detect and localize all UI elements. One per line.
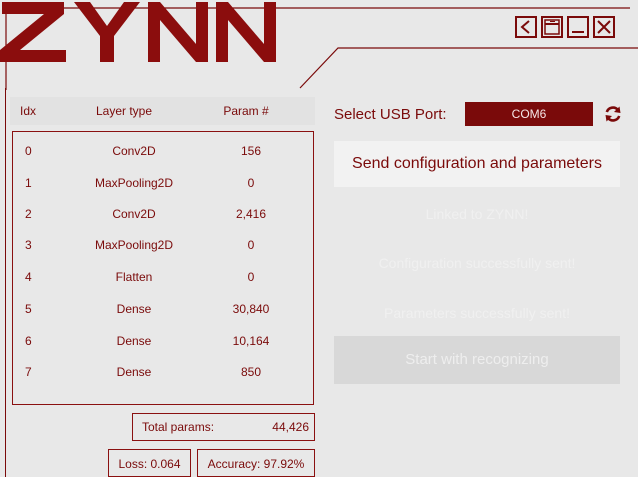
row-param: 10,164	[232, 334, 270, 348]
send-configuration-button[interactable]: Send configuration and parameters	[334, 141, 620, 187]
minimize-icon[interactable]	[567, 16, 589, 38]
row-param: 850	[240, 365, 262, 379]
back-icon[interactable]	[515, 16, 537, 38]
table-row: 5 Dense 30,840	[13, 300, 313, 320]
header-idx: Idx	[20, 104, 37, 118]
row-param: 2,416	[235, 207, 267, 221]
row-idx: 7	[25, 365, 32, 379]
header-param: Param #	[223, 104, 269, 118]
usb-port-select[interactable]: COM6	[465, 102, 593, 126]
total-params-value: 44,426	[272, 420, 309, 434]
row-param: 0	[247, 238, 255, 252]
refresh-icon[interactable]	[603, 104, 623, 124]
row-param: 156	[240, 144, 262, 158]
row-layer-type: Dense	[116, 302, 152, 316]
row-layer-type: Dense	[116, 334, 152, 348]
loss-box: Loss: 0.064	[108, 449, 191, 477]
total-params-box: Total params: 44,426	[132, 413, 315, 441]
usb-port-label: Select USB Port:	[334, 106, 447, 123]
row-param: 0	[247, 270, 255, 284]
loss-value: Loss: 0.064	[118, 457, 181, 471]
table-row: 7 Dense 850	[13, 363, 313, 383]
table-row: 3 MaxPooling2D 0	[13, 236, 313, 256]
zynn-logo	[0, 2, 276, 62]
maximize-icon[interactable]	[541, 16, 563, 38]
row-idx: 5	[25, 302, 32, 316]
total-params-label: Total params:	[142, 420, 215, 434]
configuration-status: Configuration successfully sent!	[378, 255, 576, 271]
layer-table: 0 Conv2D 156 1 MaxPooling2D 0 2 Conv2D 2…	[12, 131, 314, 405]
close-icon[interactable]	[593, 16, 615, 38]
row-layer-type: MaxPooling2D	[94, 238, 174, 252]
row-layer-type: Conv2D	[112, 207, 156, 221]
layer-table-header: Idx Layer type Param #	[10, 97, 315, 125]
table-row: 4 Flatten 0	[13, 268, 313, 288]
header-layer-type: Layer type	[95, 104, 153, 118]
header	[0, 0, 638, 90]
linked-status: Linked to ZYNN!	[425, 206, 529, 222]
app-window: Idx Layer type Param # 0 Conv2D 156 1 Ma…	[0, 0, 638, 477]
accuracy-box: Accuracy: 97.92%	[197, 449, 315, 477]
table-row: 1 MaxPooling2D 0	[13, 174, 313, 194]
table-row: 6 Dense 10,164	[13, 332, 313, 352]
row-idx: 2	[25, 207, 32, 221]
row-idx: 6	[25, 334, 32, 348]
table-row: 2 Conv2D 2,416	[13, 205, 313, 225]
table-row: 0 Conv2D 156	[13, 142, 313, 162]
row-layer-type: Conv2D	[112, 144, 156, 158]
row-layer-type: Flatten	[115, 270, 153, 284]
frame-border	[5, 88, 6, 477]
row-idx: 3	[25, 238, 32, 252]
row-layer-type: MaxPooling2D	[94, 176, 174, 190]
start-recognizing-button[interactable]: Start with recognizing	[334, 336, 620, 384]
row-param: 30,840	[232, 302, 270, 316]
row-param: 0	[247, 176, 255, 190]
parameters-status: Parameters successfully sent!	[384, 305, 570, 321]
accuracy-value: Accuracy: 97.92%	[207, 457, 305, 471]
row-idx: 1	[25, 176, 32, 190]
row-idx: 4	[25, 270, 32, 284]
row-idx: 0	[25, 144, 32, 158]
row-layer-type: Dense	[116, 365, 152, 379]
